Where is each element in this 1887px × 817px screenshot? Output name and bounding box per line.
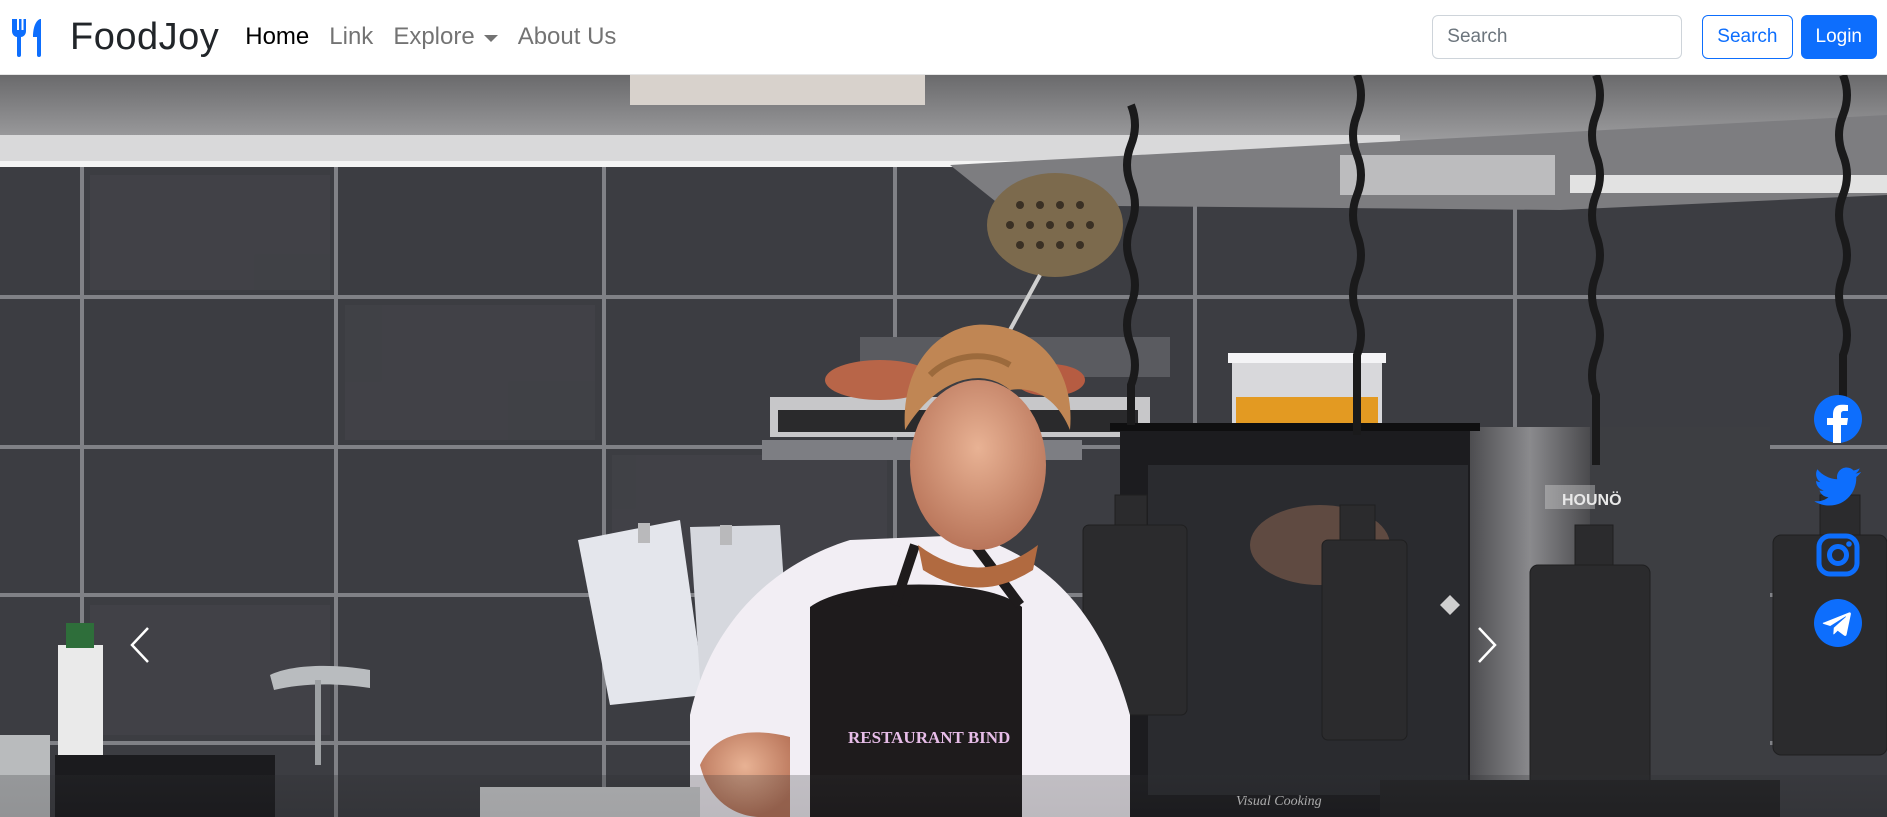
chevron-right-icon — [1478, 627, 1497, 663]
navbar: FoodJoy Home Link Explore About Us Searc… — [0, 0, 1887, 75]
instagram-icon[interactable] — [1814, 531, 1862, 579]
carousel-prev-button[interactable] — [110, 605, 170, 685]
fork-knife-icon — [12, 19, 41, 57]
twitter-icon[interactable] — [1814, 463, 1862, 511]
hero-image: HOUNÖ RESTAURANT BIND Visual Cooking — [0, 75, 1887, 817]
nav-explore-dropdown[interactable]: Explore — [393, 23, 498, 51]
apron-label: RESTAURANT BIND — [848, 728, 1010, 747]
facebook-icon[interactable] — [1814, 395, 1862, 443]
search-button[interactable]: Search — [1702, 15, 1793, 59]
nav-links: Home Link Explore About Us — [245, 23, 636, 51]
nav-explore-label: Explore — [393, 23, 475, 50]
nav-home[interactable]: Home — [245, 23, 309, 51]
telegram-icon[interactable] — [1814, 599, 1862, 647]
social-links — [1814, 395, 1862, 667]
nav-link[interactable]: Link — [329, 23, 373, 51]
login-button[interactable]: Login — [1800, 15, 1877, 59]
brand-link[interactable]: FoodJoy — [10, 16, 219, 59]
nav-about-us[interactable]: About Us — [518, 23, 617, 51]
search-input[interactable] — [1432, 15, 1683, 59]
caret-down-icon — [483, 34, 498, 42]
oven-brand-label: HOUNÖ — [1562, 490, 1622, 509]
nav-right: Search Login — [1432, 15, 1877, 59]
chevron-left-icon — [130, 627, 149, 663]
carousel-next-button[interactable] — [1457, 605, 1517, 685]
hero-carousel: HOUNÖ RESTAURANT BIND Visual Cooking — [0, 75, 1887, 817]
brand-name: FoodJoy — [70, 15, 220, 58]
